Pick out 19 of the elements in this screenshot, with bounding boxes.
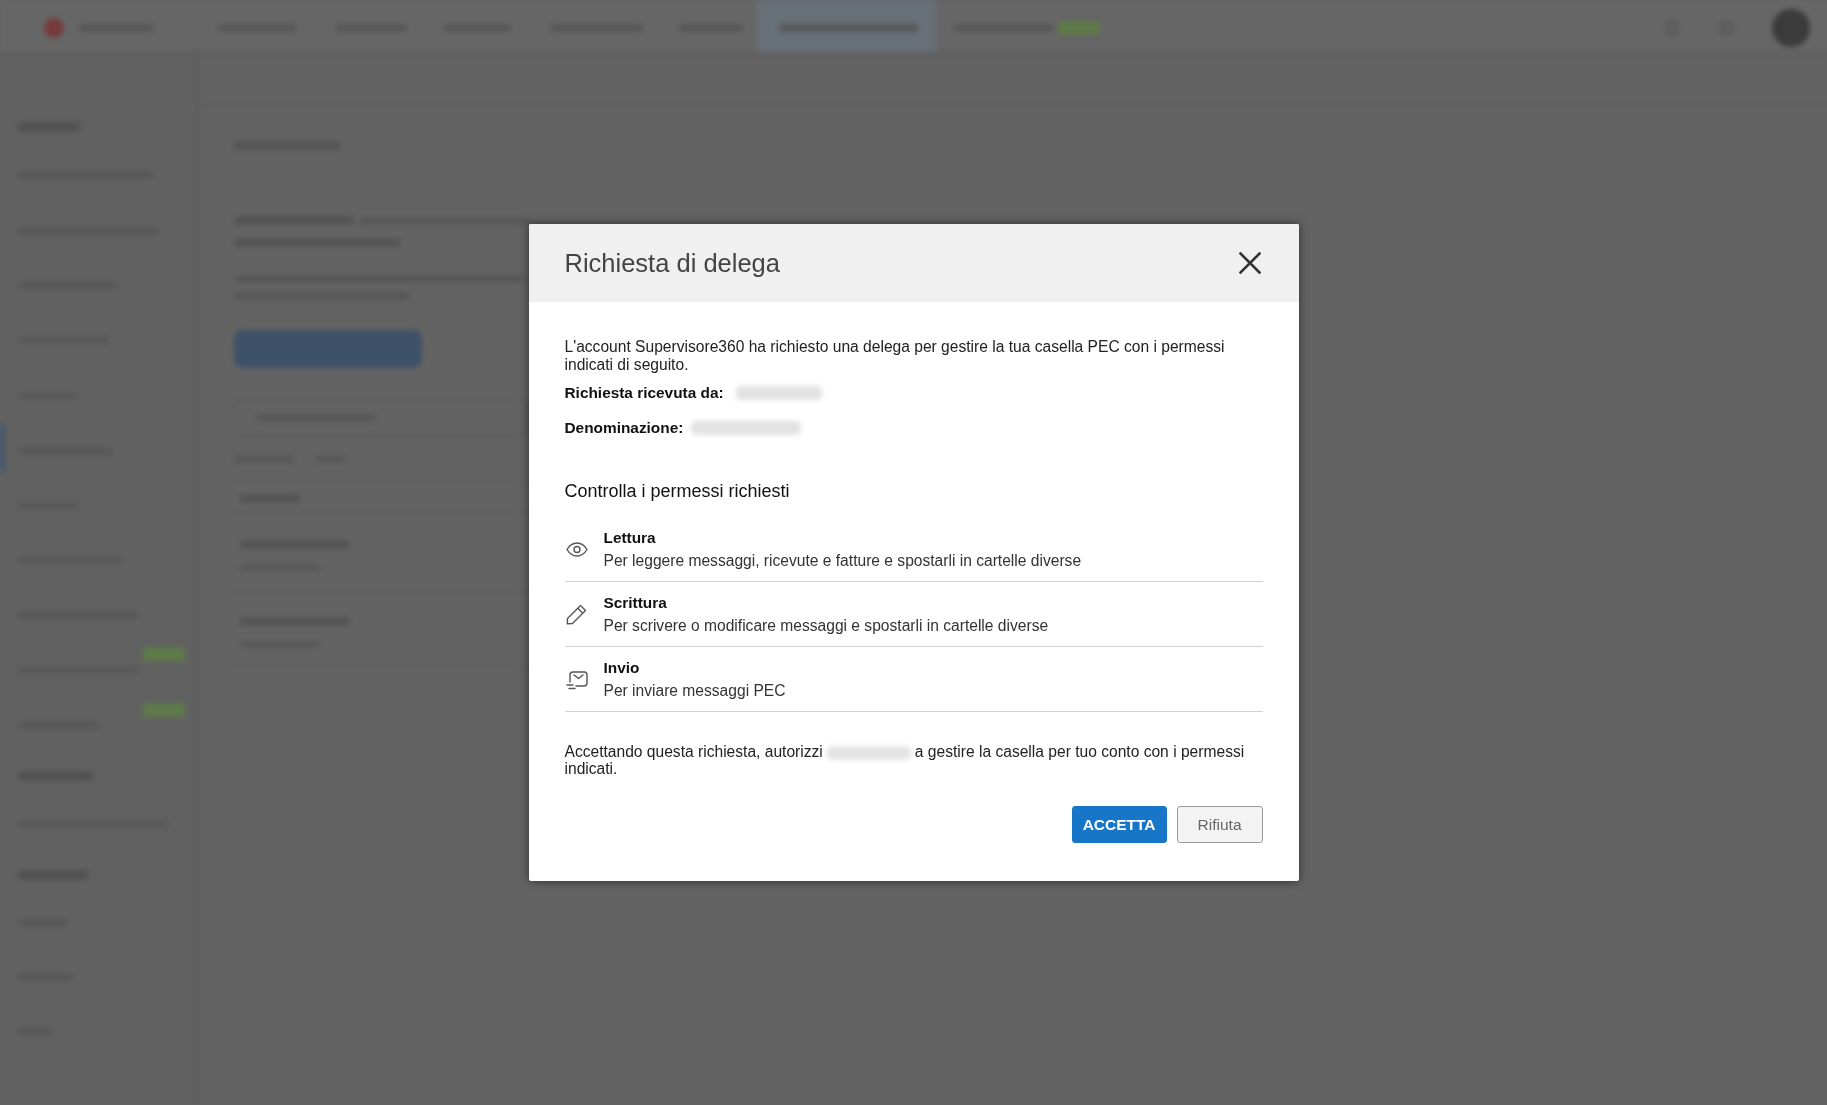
field-label: Denominazione: bbox=[564, 419, 684, 437]
close-icon bbox=[1238, 252, 1261, 274]
permission-description: Per leggere messaggi, ricevute e fatture e spostarli in cartelle diverse bbox=[603, 551, 1082, 571]
intro-text: L'account Supervisore360 ha richiesto una delega per gestire la tua casella PEC con i permessi indicati di seguito. bbox=[564, 338, 1226, 374]
message-icon bbox=[565, 669, 588, 690]
eye-icon bbox=[565, 542, 588, 557]
permission-title: Scrittura bbox=[603, 593, 668, 613]
section-heading: Controlla i permessi richiesti bbox=[564, 480, 791, 502]
accept-button[interactable]: ACCETTA bbox=[1071, 806, 1167, 843]
dialog-title: Richiesta di delega bbox=[564, 248, 780, 278]
reject-button[interactable]: Rifiuta bbox=[1176, 806, 1263, 843]
permission-description: Per scrivere o modificare messaggi e spostarli in cartelle diverse bbox=[603, 616, 1049, 636]
permission-description: Per inviare messaggi PEC bbox=[603, 681, 786, 701]
permission-title: Invio bbox=[603, 658, 641, 678]
pencil-icon bbox=[566, 604, 587, 625]
permission-title: Lettura bbox=[603, 528, 657, 548]
field-label: Richiesta ricevuta da: bbox=[564, 384, 724, 402]
consent-text: Accettando questa richiesta, autorizzi a gestire la casella per tuo conto con i permessi indicati. bbox=[564, 743, 1246, 777]
close-button[interactable] bbox=[1238, 252, 1261, 274]
